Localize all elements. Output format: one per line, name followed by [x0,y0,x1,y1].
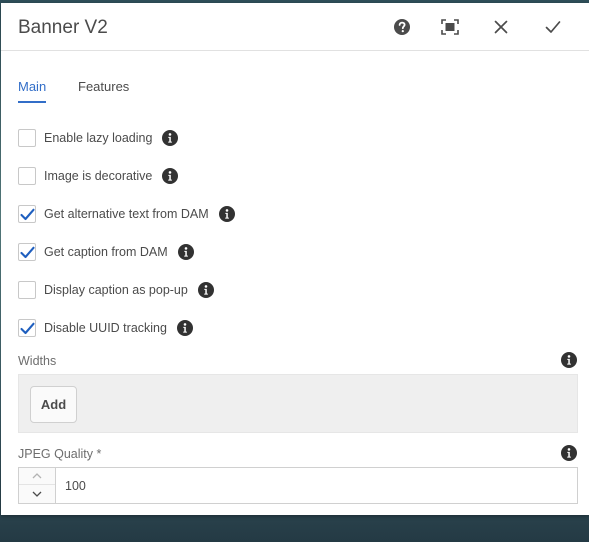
tab-main[interactable]: Main [18,79,46,94]
chevron-down-icon [32,491,42,497]
info-icon[interactable] [162,168,179,184]
info-icon[interactable] [561,352,577,368]
info-icon[interactable] [197,282,214,298]
fullscreen-button[interactable] [438,15,462,39]
close-icon [494,20,508,34]
checkmark-icon [20,208,35,221]
checkbox-label: Display caption as pop-up [44,283,188,297]
close-button[interactable] [489,15,513,39]
quantity-stepper [19,468,56,503]
image-decorative-checkbox[interactable] [18,167,36,185]
tab-bar: Main Features [18,77,578,107]
checkbox-label: Disable UUID tracking [44,321,167,335]
dialog: Banner V2 Main Features Enable lazy load… [1,3,589,515]
tab-features[interactable]: Features [78,79,129,94]
caption-from-dam-checkbox[interactable] [18,243,36,261]
info-icon[interactable] [218,206,235,222]
info-icon[interactable] [177,244,194,260]
checkbox-row-image-decorative: Image is decorative [18,165,179,187]
increment-button[interactable] [19,468,55,485]
dialog-title: Banner V2 [18,17,108,38]
checkbox-row-alt-text-dam: Get alternative text from DAM [18,203,235,225]
caption-popup-checkbox[interactable] [18,281,36,299]
checkmark-icon [545,21,561,33]
info-icon[interactable] [176,320,193,336]
info-icon[interactable] [162,130,179,146]
jpeg-quality-input[interactable]: 100 [65,479,565,493]
active-tab-indicator [18,101,46,103]
lazy-loading-checkbox[interactable] [18,129,36,147]
checkmark-icon [20,322,35,335]
checkbox-row-caption-popup: Display caption as pop-up [18,279,214,301]
dialog-header: Banner V2 [1,3,589,51]
checkbox-label: Get alternative text from DAM [44,207,209,221]
done-button[interactable] [541,15,565,39]
help-icon [394,19,410,35]
widths-label: Widths [18,354,57,368]
checkbox-row-caption-dam: Get caption from DAM [18,241,194,263]
help-button[interactable] [390,15,414,39]
decrement-button[interactable] [19,485,55,502]
checkbox-label: Get caption from DAM [44,245,168,259]
checkbox-label: Image is decorative [44,169,153,183]
uuid-tracking-checkbox[interactable] [18,319,36,337]
add-width-button[interactable]: Add [30,386,77,423]
alt-text-from-dam-checkbox[interactable] [18,205,36,223]
checkbox-row-lazy-loading: Enable lazy loading [18,127,179,149]
chevron-up-icon [32,473,42,479]
jpeg-quality-label: JPEG Quality * [18,447,102,461]
info-icon[interactable] [561,445,577,461]
checkbox-label: Enable lazy loading [44,131,153,145]
checkmark-icon [20,246,35,259]
jpeg-quality-field: 100 [18,467,578,504]
checkbox-row-uuid-tracking: Disable UUID tracking [18,317,193,339]
fullscreen-icon [441,19,459,35]
widths-multifield: Add [18,374,578,433]
